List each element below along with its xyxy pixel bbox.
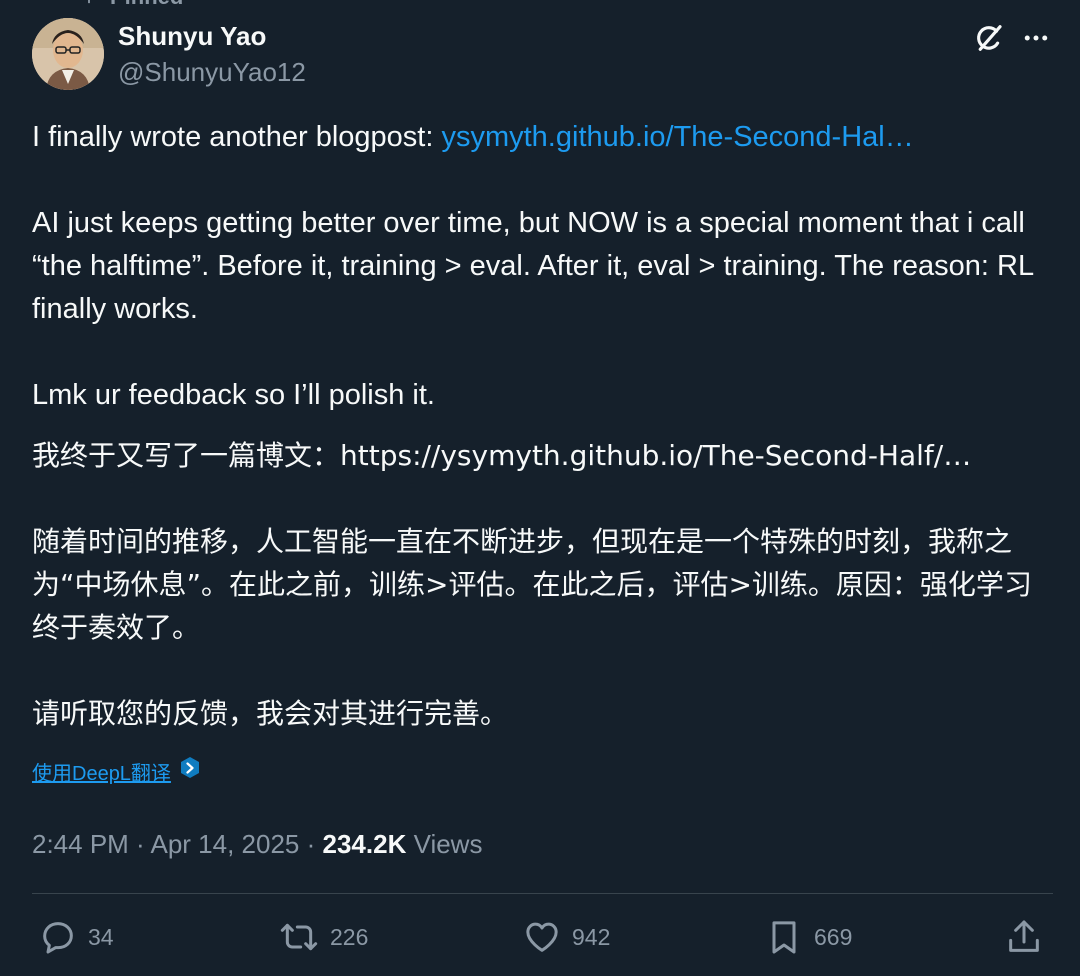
- reply-button[interactable]: 34: [38, 914, 114, 960]
- views-count: 234.2K: [322, 829, 407, 859]
- meta-separator: ·: [128, 829, 151, 859]
- heart-icon: [522, 917, 562, 957]
- tweet-paragraph-feedback: Lmk ur feedback so I’ll polish it.: [32, 379, 435, 411]
- deepl-icon: [179, 756, 201, 786]
- like-count: 942: [572, 923, 611, 950]
- pinned-label: Pinned: [110, 0, 183, 8]
- reply-icon: [38, 917, 78, 957]
- deepl-translate-link[interactable]: 使用DeepL翻译: [32, 756, 201, 786]
- retweet-button[interactable]: 226: [278, 914, 368, 960]
- tweet-paragraph-intro: I finally wrote another blogpost: ysymyt…: [32, 116, 1052, 159]
- meta-separator: ·: [299, 829, 323, 859]
- author-name[interactable]: Shunyu Yao: [118, 20, 266, 52]
- pinned-indicator: Pinned: [78, 0, 183, 8]
- tweet-meta: 2:44 PM · Apr 14, 2025 · 234.2K Views: [32, 826, 482, 862]
- bookmark-icon: [764, 917, 804, 957]
- more-icon[interactable]: [1016, 18, 1056, 58]
- tweet-translation: 我终于又写了一篇博文：https://ysymyth.github.io/The…: [32, 434, 1052, 735]
- translation-paragraph-body: 随着时间的推移，人工智能一直在不断进步，但现在是一个特殊的时刻，我称之为“中场休…: [32, 525, 1032, 644]
- tweet-time[interactable]: 2:44 PM: [32, 829, 129, 859]
- retweet-icon: [278, 917, 320, 957]
- avatar[interactable]: [32, 18, 104, 90]
- share-button[interactable]: [1004, 914, 1044, 960]
- translation-paragraph-intro: 我终于又写了一篇博文：https://ysymyth.github.io/The…: [32, 439, 972, 472]
- tweet-paragraph-body: AI just keeps getting better over time, …: [32, 207, 1034, 325]
- divider: [32, 893, 1053, 894]
- tweet-text-english: I finally wrote another blogpost: ysymyt…: [32, 116, 1052, 417]
- share-icon: [1004, 917, 1044, 957]
- translation-paragraph-feedback: 请听取您的反馈，我会对其进行完善。: [32, 697, 509, 730]
- reply-count: 34: [88, 923, 114, 950]
- deepl-translate-label[interactable]: 使用DeepL翻译: [32, 757, 171, 786]
- tweet-intro-text: I finally wrote another blogpost:: [32, 121, 442, 153]
- tweet-date[interactable]: Apr 14, 2025: [151, 829, 300, 859]
- bookmark-count: 669: [814, 923, 853, 950]
- grok-icon[interactable]: [968, 18, 1008, 58]
- retweet-count: 226: [330, 923, 369, 950]
- tweet-page: Pinned Shunyu Yao @ShunyuYao12 I fin: [0, 0, 1080, 976]
- blogpost-link[interactable]: ysymyth.github.io/The-Second-Hal…: [441, 121, 913, 153]
- bookmark-button[interactable]: 669: [764, 914, 852, 960]
- author-handle[interactable]: @ShunyuYao12: [118, 56, 306, 88]
- views-label: Views: [413, 829, 483, 859]
- like-button[interactable]: 942: [522, 914, 610, 960]
- pin-icon: [78, 0, 100, 8]
